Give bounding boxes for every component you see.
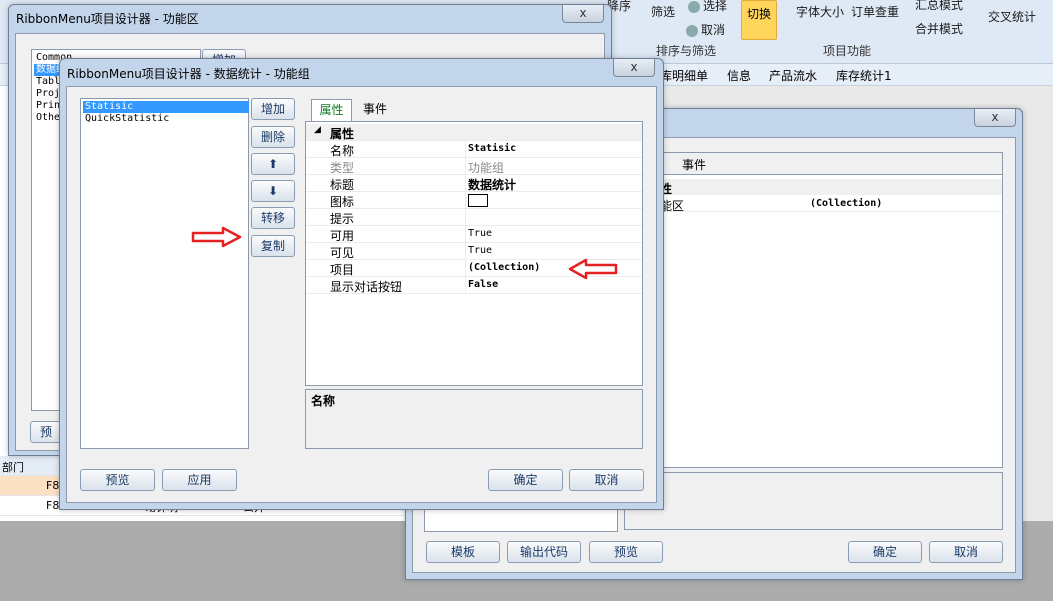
property-value[interactable]: True — [468, 228, 492, 239]
tab-strip: 事件 — [660, 153, 1002, 175]
export-code-button[interactable]: 输出代码 — [507, 541, 581, 563]
filter-button[interactable]: 筛选 — [651, 3, 675, 20]
property-key: 提示 — [330, 212, 355, 226]
cancel-button[interactable]: 取消 — [569, 469, 644, 491]
ribbon-tab-info[interactable]: 信息 — [727, 67, 751, 84]
tab-properties[interactable]: 属性 — [311, 99, 352, 121]
column-divider — [465, 260, 466, 277]
window-title: RibbonMenu项目设计器 - 功能区 — [16, 12, 199, 26]
column-divider — [465, 175, 466, 192]
list-item-statisic[interactable]: Statisic — [83, 101, 249, 113]
category-label: 属性 — [330, 127, 355, 141]
property-row[interactable]: 标题 数据统计 — [306, 175, 642, 192]
column-divider — [465, 192, 466, 209]
column-divider — [465, 243, 466, 260]
close-icon: x — [630, 60, 638, 74]
property-key: 标题 — [330, 178, 355, 192]
property-key: 可用 — [330, 229, 355, 243]
column-divider — [465, 209, 466, 226]
description-title: 名称 — [311, 394, 336, 408]
template-button[interactable]: 模板 — [426, 541, 500, 563]
select-button[interactable]: 选择 — [688, 0, 727, 14]
annotation-arrow-left — [568, 258, 618, 280]
property-value[interactable]: False — [468, 279, 498, 290]
column-divider — [465, 277, 466, 294]
order-duplicate-button[interactable]: 订单查重 — [851, 3, 899, 20]
delete-button[interactable]: 删除 — [251, 126, 295, 148]
ok-button[interactable]: 确定 — [488, 469, 563, 491]
copy-button[interactable]: 复制 — [251, 235, 295, 257]
window-title: RibbonMenu项目设计器 - 数据统计 - 功能组 — [67, 67, 310, 81]
switch-button-label: 切换 — [746, 7, 771, 21]
preview-button[interactable]: 预 — [30, 421, 62, 443]
group-sort-filter: 排序与筛选 — [656, 44, 717, 58]
property-key: 类型 — [330, 161, 355, 175]
merge-mode-button[interactable]: 合并模式 — [915, 20, 963, 37]
cancel-filter-button[interactable]: 取消 — [686, 21, 725, 38]
close-button[interactable]: x — [974, 109, 1016, 127]
move-up-button[interactable]: ⬆ — [251, 153, 295, 175]
arrow-down-icon: ⬇ — [267, 184, 279, 198]
preview-button[interactable]: 预览 — [589, 541, 663, 563]
property-key: 可见 — [330, 246, 355, 260]
font-size-button[interactable]: 字体大小 — [796, 3, 844, 20]
ribbon-tab-stock-stats[interactable]: 库存统计1 — [836, 67, 892, 84]
icon-swatch[interactable] — [468, 194, 488, 207]
ribbon-tab-stock-detail[interactable]: 库明细单 — [660, 67, 708, 84]
property-key: 项目 — [330, 263, 355, 277]
property-key: 图标 — [330, 195, 355, 209]
property-row[interactable]: 能区 (Collection) — [660, 196, 1002, 213]
property-category[interactable]: ◢ 属性 — [306, 124, 642, 141]
column-divider — [465, 141, 466, 158]
grid-header-dept: 部门 — [2, 461, 24, 474]
property-row[interactable]: 可用 True — [306, 226, 642, 243]
property-key: 显示对话按钮 — [330, 280, 403, 294]
annotation-arrow-right — [191, 226, 242, 248]
property-grid[interactable]: 事件 性 能区 (Collection) — [659, 152, 1003, 468]
property-row[interactable]: 名称 Statisic — [306, 141, 642, 158]
column-divider — [465, 158, 466, 175]
column-divider — [465, 226, 466, 243]
grid-cell: F8 — [46, 479, 60, 492]
tab-events[interactable]: 事件 — [356, 99, 394, 121]
preview-button[interactable]: 预览 — [80, 469, 155, 491]
transfer-button[interactable]: 转移 — [251, 207, 295, 229]
property-value[interactable]: 数据统计 — [468, 176, 516, 193]
property-row[interactable]: 图标 — [306, 192, 642, 209]
summary-mode-button[interactable]: 汇总模式 — [915, 0, 963, 13]
list-item-quickstatistic[interactable]: QuickStatistic — [83, 113, 249, 125]
add-button[interactable]: 增加 — [251, 98, 295, 120]
collapse-icon[interactable]: ◢ — [314, 125, 321, 135]
cross-stats-button[interactable]: 交叉统计 — [988, 8, 1036, 25]
property-value[interactable]: True — [468, 245, 492, 256]
move-down-button[interactable]: ⬇ — [251, 180, 295, 202]
property-value[interactable]: 功能组 — [468, 159, 504, 176]
property-category: 性 — [660, 179, 1002, 196]
apply-button[interactable]: 应用 — [162, 469, 237, 491]
property-row[interactable]: 类型 功能组 — [306, 158, 642, 175]
close-button[interactable]: x — [613, 59, 655, 77]
description-panel — [624, 472, 1003, 530]
cancel-button[interactable]: 取消 — [929, 541, 1003, 563]
ok-button[interactable]: 确定 — [848, 541, 922, 563]
select-icon — [688, 0, 700, 13]
close-icon: x — [579, 6, 587, 20]
arrow-up-icon: ⬆ — [267, 157, 279, 171]
property-row[interactable]: 提示 — [306, 209, 642, 226]
property-key: 名称 — [330, 144, 355, 158]
cancel-icon — [686, 24, 698, 37]
close-button[interactable]: x — [562, 5, 604, 23]
description-panel: 名称 — [305, 389, 643, 449]
ribbon-tab-product-flow[interactable]: 产品流水 — [769, 67, 817, 84]
close-icon: x — [991, 110, 999, 124]
group-list-box[interactable]: Statisic QuickStatistic — [80, 98, 249, 449]
group-project-functions: 项目功能 — [823, 44, 872, 58]
property-value[interactable]: (Collection) — [468, 262, 540, 273]
switch-button[interactable]: 切换 — [741, 0, 777, 40]
tab-events[interactable]: 事件 — [682, 156, 706, 173]
property-value: (Collection) — [810, 198, 883, 209]
property-value[interactable]: Statisic — [468, 143, 516, 154]
